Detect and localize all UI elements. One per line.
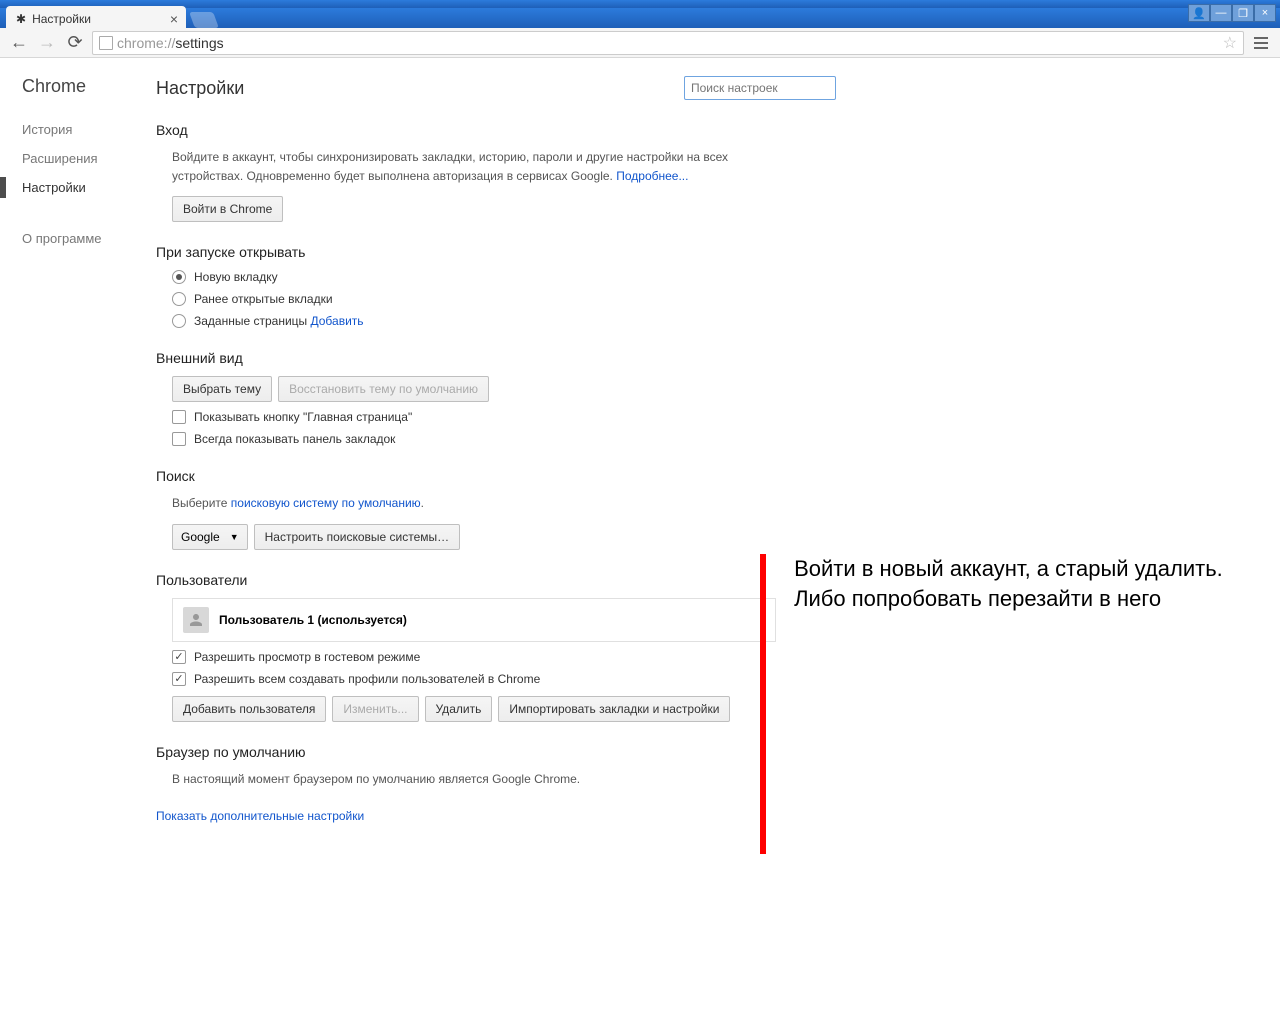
search-engine-select[interactable]: Google▼ bbox=[172, 524, 248, 550]
search-description: Выберите поисковую систему по умолчанию. bbox=[172, 494, 776, 513]
close-icon[interactable]: × bbox=[170, 11, 178, 27]
back-icon[interactable]: ← bbox=[8, 32, 30, 54]
startup-radio-new-tab[interactable]: Новую вкладку bbox=[172, 270, 776, 284]
manage-search-button[interactable]: Настроить поисковые системы… bbox=[254, 524, 461, 550]
allow-profiles-checkbox[interactable]: ✓ Разрешить всем создавать профили польз… bbox=[172, 672, 776, 686]
settings-sidebar: Chrome История Расширения Настройки О пр… bbox=[0, 58, 150, 1024]
default-browser-heading: Браузер по умолчанию bbox=[156, 744, 776, 760]
tab-title: Настройки bbox=[32, 12, 91, 26]
page-icon bbox=[99, 36, 113, 50]
choose-theme-button[interactable]: Выбрать тему bbox=[172, 376, 272, 402]
chevron-down-icon: ▼ bbox=[230, 532, 239, 542]
browser-toolbar: ← → ⟳ chrome://settings ☆ bbox=[0, 28, 1280, 58]
reload-icon[interactable]: ⟳ bbox=[64, 32, 86, 54]
user-profile-row[interactable]: Пользователь 1 (используется) bbox=[172, 598, 776, 642]
address-bar[interactable]: chrome://settings ☆ bbox=[92, 31, 1244, 55]
sidebar-item-about[interactable]: О программе bbox=[22, 224, 150, 253]
browser-tab[interactable]: ✱ Настройки × bbox=[6, 6, 186, 28]
annotation-red-bar bbox=[760, 554, 766, 854]
tab-strip: ✱ Настройки × 👤 — ❐ × bbox=[0, 8, 1280, 28]
home-button-checkbox[interactable]: Показывать кнопку "Главная страница" bbox=[172, 410, 776, 424]
startup-radio-pages[interactable]: Заданные страницы Добавить bbox=[172, 314, 776, 328]
sidebar-item-history[interactable]: История bbox=[22, 115, 150, 144]
signin-heading: Вход bbox=[156, 122, 776, 138]
user-icon[interactable]: 👤 bbox=[1188, 4, 1210, 22]
sidebar-item-extensions[interactable]: Расширения bbox=[22, 144, 150, 173]
show-advanced-link[interactable]: Показать дополнительные настройки bbox=[156, 809, 364, 823]
delete-user-button[interactable]: Удалить bbox=[425, 696, 493, 722]
annotation-text: Войти в новый аккаунт, а старый удалить.… bbox=[794, 554, 1280, 854]
edit-user-button: Изменить... bbox=[332, 696, 418, 722]
new-tab-button[interactable] bbox=[189, 12, 219, 28]
section-signin: Вход Войдите в аккаунт, чтобы синхронизи… bbox=[156, 122, 776, 222]
window-titlebar bbox=[0, 0, 1280, 8]
page-title: Настройки bbox=[156, 78, 244, 99]
appearance-heading: Внешний вид bbox=[156, 350, 776, 366]
section-search: Поиск Выберите поисковую систему по умол… bbox=[156, 468, 776, 549]
signin-description: Войдите в аккаунт, чтобы синхронизироват… bbox=[172, 148, 776, 186]
search-input[interactable] bbox=[684, 76, 836, 100]
section-appearance: Внешний вид Выбрать тему Восстановить те… bbox=[156, 350, 776, 446]
signin-more-link[interactable]: Подробнее... bbox=[616, 169, 688, 183]
annotation-overlay: Войти в новый аккаунт, а старый удалить.… bbox=[760, 554, 1280, 854]
checkbox-icon: ✓ bbox=[172, 672, 186, 686]
checkbox-icon bbox=[172, 432, 186, 446]
bookmarks-bar-checkbox[interactable]: Всегда показывать панель закладок bbox=[172, 432, 776, 446]
radio-icon bbox=[172, 314, 186, 328]
user-name: Пользователь 1 (используется) bbox=[219, 613, 407, 627]
bookmark-star-icon[interactable]: ☆ bbox=[1223, 33, 1237, 53]
minimize-icon[interactable]: — bbox=[1210, 4, 1232, 22]
users-heading: Пользователи bbox=[156, 572, 776, 588]
add-user-button[interactable]: Добавить пользователя bbox=[172, 696, 326, 722]
forward-icon: → bbox=[36, 32, 58, 54]
sidebar-brand: Chrome bbox=[22, 76, 150, 97]
search-heading: Поиск bbox=[156, 468, 776, 484]
default-browser-text: В настоящий момент браузером по умолчани… bbox=[172, 770, 776, 789]
default-search-link[interactable]: поисковую систему по умолчанию bbox=[231, 496, 421, 510]
startup-heading: При запуске открывать bbox=[156, 244, 776, 260]
import-bookmarks-button[interactable]: Импортировать закладки и настройки bbox=[498, 696, 730, 722]
section-startup: При запуске открывать Новую вкладку Ране… bbox=[156, 244, 776, 328]
sidebar-item-settings[interactable]: Настройки bbox=[22, 173, 150, 202]
signin-button[interactable]: Войти в Chrome bbox=[172, 196, 283, 222]
startup-add-link[interactable]: Добавить bbox=[311, 314, 364, 328]
window-controls: 👤 — ❐ × bbox=[1188, 4, 1276, 22]
radio-icon bbox=[172, 292, 186, 306]
settings-main: Настройки Вход Войдите в аккаунт, чтобы … bbox=[150, 58, 1280, 1024]
hamburger-menu-icon[interactable] bbox=[1250, 37, 1272, 49]
checkbox-icon bbox=[172, 410, 186, 424]
gear-icon: ✱ bbox=[16, 12, 26, 26]
maximize-icon[interactable]: ❐ bbox=[1232, 4, 1254, 22]
restore-theme-button: Восстановить тему по умолчанию bbox=[278, 376, 489, 402]
close-window-icon[interactable]: × bbox=[1254, 4, 1276, 22]
section-users: Пользователи Пользователь 1 (используетс… bbox=[156, 572, 776, 722]
checkbox-icon: ✓ bbox=[172, 650, 186, 664]
avatar-icon bbox=[183, 607, 209, 633]
startup-radio-previous[interactable]: Ранее открытые вкладки bbox=[172, 292, 776, 306]
radio-icon bbox=[172, 270, 186, 284]
section-default-browser: Браузер по умолчанию В настоящий момент … bbox=[156, 744, 776, 789]
guest-mode-checkbox[interactable]: ✓ Разрешить просмотр в гостевом режиме bbox=[172, 650, 776, 664]
url-text: chrome://settings bbox=[117, 35, 224, 51]
